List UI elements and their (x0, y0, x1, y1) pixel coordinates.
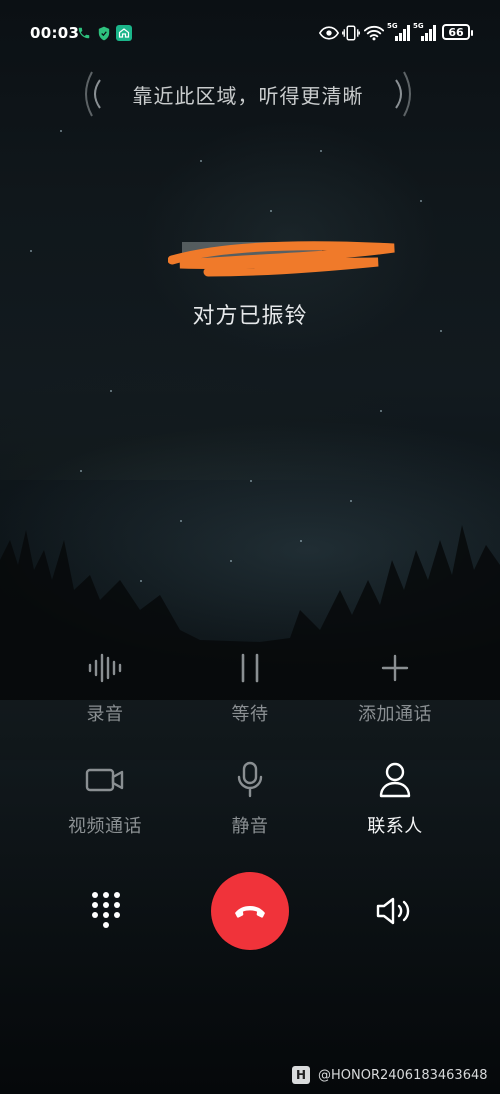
hang-up-icon (235, 906, 265, 918)
home-app-icon (116, 25, 132, 41)
contacts-label: 联系人 (367, 816, 423, 837)
shield-icon (96, 24, 112, 42)
signal-icon: 5G (387, 22, 412, 42)
add-call-label: 添加通话 (358, 704, 432, 725)
hold-label: 等待 (231, 704, 269, 725)
keypad-button[interactable] (84, 888, 128, 932)
wifi-icon (363, 24, 385, 42)
video-call-label: 视频通话 (68, 816, 142, 837)
call-status: 对方已振铃 (192, 304, 308, 329)
caller-name-redaction (168, 241, 395, 277)
add-call-button[interactable]: 添加通话 (335, 648, 455, 726)
video-camera-icon (45, 760, 165, 800)
signal-icon: 5G (413, 22, 438, 42)
mute-button[interactable]: 静音 (190, 760, 310, 838)
battery-icon: 66 (442, 24, 473, 40)
vibrate-icon (342, 24, 360, 42)
honor-logo: H (292, 1066, 310, 1084)
earpiece-hint: 靠近此区域，听得更清晰 (78, 66, 418, 122)
plus-icon (335, 648, 455, 688)
contacts-button[interactable]: 联系人 (335, 760, 455, 838)
status-time: 00:03 (30, 24, 80, 42)
video-call-button[interactable]: 视频通话 (45, 760, 165, 838)
network-gen-label: 5G (413, 22, 424, 30)
record-button[interactable]: 录音 (45, 648, 165, 726)
microphone-icon (190, 760, 310, 800)
pause-icon (190, 648, 310, 688)
keypad-icon (92, 892, 120, 928)
mute-label: 静音 (231, 816, 269, 837)
speaker-icon (376, 897, 410, 925)
speaker-button[interactable] (372, 888, 418, 934)
status-bar: 00:03 5G 5G 66 (0, 0, 500, 66)
watermark-text: @HONOR2406183463648 (318, 1067, 488, 1083)
record-waveform-icon (45, 648, 165, 688)
network-gen-label: 5G (387, 22, 398, 30)
hold-button[interactable]: 等待 (190, 648, 310, 726)
sound-wave-right-icon (395, 71, 411, 117)
eye-icon (318, 24, 340, 42)
hang-up-button[interactable] (211, 872, 289, 950)
device-watermark: H @HONOR2406183463648 (292, 1066, 488, 1084)
record-label: 录音 (86, 704, 124, 725)
person-icon (335, 760, 455, 800)
phone-call-icon (76, 24, 92, 42)
earpiece-hint-text: 靠近此区域，听得更清晰 (132, 84, 364, 108)
battery-level: 66 (448, 25, 464, 39)
